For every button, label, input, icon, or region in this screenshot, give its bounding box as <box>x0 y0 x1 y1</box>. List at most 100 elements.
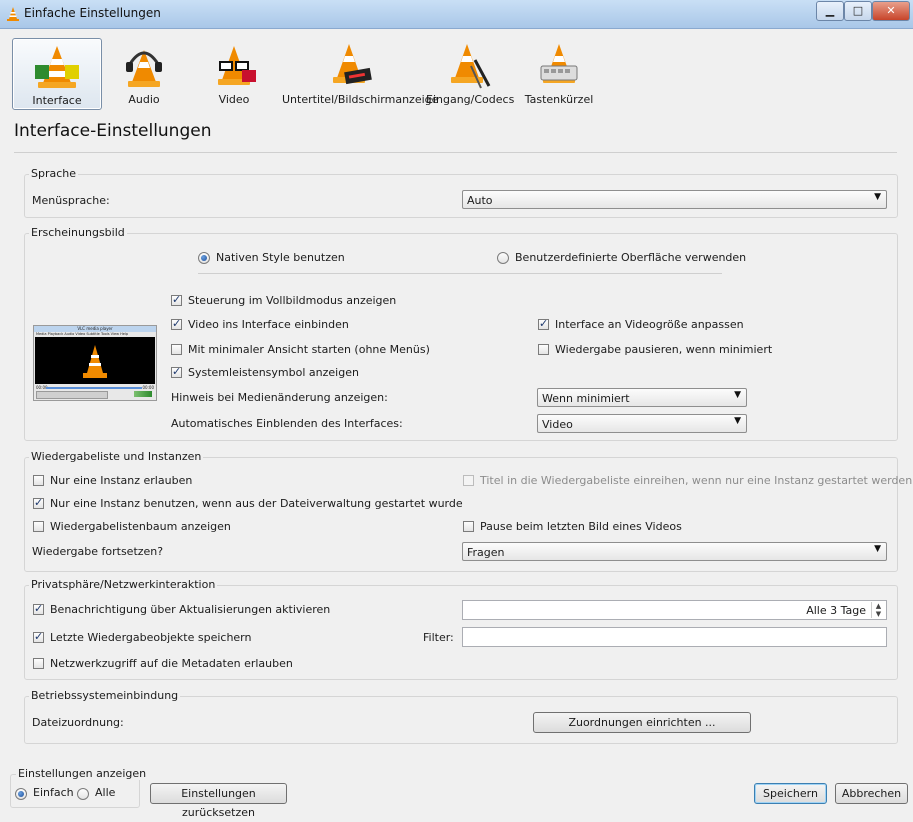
all-mode-label: Alle <box>95 786 116 799</box>
native-style-label: Nativen Style benutzen <box>216 251 345 264</box>
minimize-button[interactable]: ▁ <box>816 1 844 21</box>
setup-associations-button[interactable]: Zuordnungen einrichten ... <box>533 712 751 733</box>
resize-interface-label: Interface an Videogröße anpassen <box>555 318 744 331</box>
media-change-select[interactable]: Wenn minimiert ▼ <box>537 388 747 407</box>
save-recent-checkbox[interactable] <box>33 630 44 643</box>
cone-interface-icon <box>35 46 79 88</box>
select-value: Fragen <box>467 546 505 559</box>
systray-label: Systemleistensymbol anzeigen <box>188 366 359 379</box>
dropdown-arrow-icon: ▼ <box>734 416 741 426</box>
pause-last-frame-checkbox[interactable] <box>463 521 474 532</box>
group-title-language: Sprache <box>29 167 79 180</box>
embed-video-label: Video ins Interface einbinden <box>188 318 349 331</box>
playlist-tree-label: Wiedergabelistenbaum anzeigen <box>50 520 231 533</box>
dropdown-arrow-icon: ▼ <box>874 192 881 202</box>
tab-label: Audio <box>128 93 160 106</box>
resume-select[interactable]: Fragen ▼ <box>462 542 887 561</box>
tab-audio[interactable]: Audio <box>104 38 184 108</box>
select-value: Video <box>542 418 573 431</box>
one-instance-fm-label: Nur eine Instanz benutzen, wenn aus der … <box>50 497 463 510</box>
resume-label: Wiedergabe fortsetzen? <box>32 545 164 558</box>
preview-video-area <box>35 337 155 384</box>
cone-icon <box>83 345 107 378</box>
group-title-show-settings: Einstellungen anzeigen <box>16 767 149 780</box>
one-instance-fm-checkbox[interactable] <box>33 496 44 509</box>
vlc-cone-icon <box>7 7 19 21</box>
update-interval-spinbox[interactable]: Alle 3 Tage ▲ ▼ <box>462 600 887 620</box>
one-instance-checkbox[interactable] <box>33 475 44 486</box>
preview-seek-bar <box>46 387 142 389</box>
interface-preview-image: VLC media player Media Playback Audio Vi… <box>33 325 157 401</box>
dropdown-arrow-icon: ▼ <box>874 544 881 554</box>
divider <box>14 152 897 153</box>
tab-subtitles[interactable]: Untertitel/Bildschirmanzeige <box>282 38 439 108</box>
divider <box>198 273 722 274</box>
tab-label: Video <box>218 93 250 106</box>
save-button[interactable]: Speichern <box>754 783 827 804</box>
minimal-view-checkbox[interactable] <box>171 344 182 355</box>
preview-controls <box>36 391 108 399</box>
native-style-radio[interactable] <box>198 252 210 264</box>
menu-language-select[interactable]: Auto ▼ <box>462 190 887 209</box>
cone-cables-icon <box>451 44 491 89</box>
tab-label: Untertitel/Bildschirmanzeige <box>282 93 439 106</box>
spin-arrows-icon[interactable]: ▲ ▼ <box>871 602 885 618</box>
cone-keyboard-icon <box>540 44 578 83</box>
dropdown-arrow-icon: ▼ <box>734 390 741 400</box>
menu-language-label: Menüsprache: <box>32 194 110 207</box>
group-os-integration <box>24 696 898 744</box>
custom-skin-radio[interactable] <box>497 252 509 264</box>
minimal-view-label: Mit minimaler Ansicht starten (ohne Menü… <box>188 343 430 356</box>
maximize-button[interactable]: □ <box>844 1 872 21</box>
media-change-label: Hinweis bei Medienänderung anzeigen: <box>171 391 388 404</box>
tab-label: Eingang/Codecs <box>426 93 515 106</box>
all-mode-radio[interactable] <box>77 788 89 800</box>
tab-hotkeys[interactable]: Tastenkürzel <box>520 38 598 108</box>
filter-input[interactable] <box>462 627 887 647</box>
preview-volume <box>134 391 152 397</box>
tab-video[interactable]: Video <box>194 38 274 108</box>
group-title-os-integration: Betriebssystemeinbindung <box>29 689 181 702</box>
spinbox-value: Alle 3 Tage <box>806 604 866 617</box>
tab-label: Interface <box>32 94 82 107</box>
enqueue-label: Titel in die Wiedergabeliste einreihen, … <box>480 474 913 487</box>
select-value: Auto <box>467 194 493 207</box>
metadata-network-checkbox[interactable] <box>33 658 44 669</box>
tab-label: Tastenkürzel <box>524 93 594 106</box>
one-instance-label: Nur eine Instanz erlauben <box>50 474 193 487</box>
page-title: Interface-Einstellungen <box>14 121 212 141</box>
cancel-button[interactable]: Abbrechen <box>835 783 908 804</box>
pause-minimized-label: Wiedergabe pausieren, wenn minimiert <box>555 343 773 356</box>
group-title-appearance: Erscheinungsbild <box>29 226 127 239</box>
simple-mode-radio[interactable] <box>15 788 27 800</box>
pause-last-frame-label: Pause beim letzten Bild eines Videos <box>480 520 682 533</box>
enqueue-checkbox[interactable] <box>463 475 474 486</box>
close-button[interactable]: ✕ <box>872 1 910 21</box>
simple-mode-label: Einfach <box>33 786 74 799</box>
cone-glasses-icon <box>218 46 256 85</box>
cone-headphones-icon <box>126 50 162 87</box>
tab-interface[interactable]: Interface <box>12 38 102 110</box>
update-notify-checkbox[interactable] <box>33 602 44 615</box>
custom-skin-label: Benutzerdefinierte Oberfläche verwenden <box>515 251 747 264</box>
group-title-privacy: Privatsphäre/Netzwerkinteraktion <box>29 578 218 591</box>
filter-label: Filter: <box>423 631 454 644</box>
pause-minimized-checkbox[interactable] <box>538 344 549 355</box>
group-title-playlist: Wiedergabeliste und Instanzen <box>29 450 204 463</box>
update-notify-label: Benachrichtigung über Aktualisierungen a… <box>50 603 331 616</box>
save-recent-label: Letzte Wiedergabeobjekte speichern <box>50 631 252 644</box>
auto-raise-label: Automatisches Einblenden des Interfaces: <box>171 417 403 430</box>
auto-raise-select[interactable]: Video ▼ <box>537 414 747 433</box>
file-association-label: Dateizuordnung: <box>32 716 124 729</box>
cone-subtitle-icon <box>333 44 372 85</box>
playlist-tree-checkbox[interactable] <box>33 521 44 532</box>
systray-checkbox[interactable] <box>171 365 182 378</box>
resize-interface-checkbox[interactable] <box>538 317 549 330</box>
embed-video-checkbox[interactable] <box>171 317 182 330</box>
preview-time-right: 00:00 <box>142 385 154 390</box>
fullscreen-controls-checkbox[interactable] <box>171 293 182 306</box>
tab-input-codecs[interactable]: Eingang/Codecs <box>426 38 515 108</box>
window-title: Einfache Einstellungen <box>24 6 161 20</box>
reset-settings-button[interactable]: Einstellungen zurücksetzen <box>150 783 287 819</box>
fullscreen-controls-label: Steuerung im Vollbildmodus anzeigen <box>188 294 397 307</box>
